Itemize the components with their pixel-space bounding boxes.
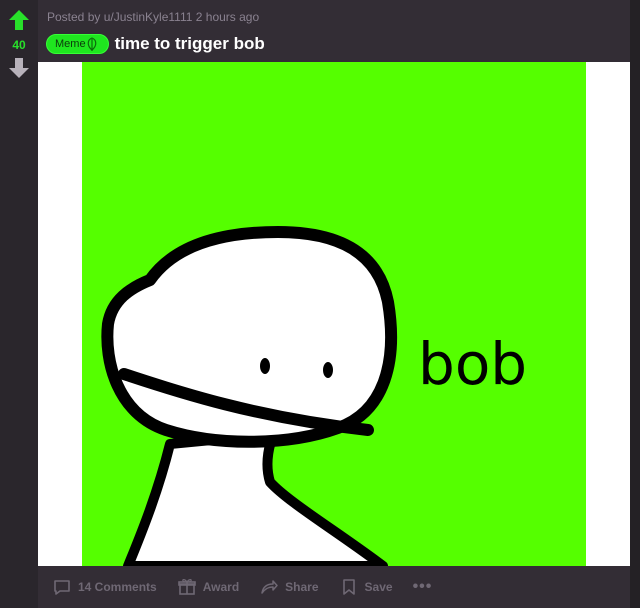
- flair-label: Meme: [55, 38, 86, 50]
- post-image[interactable]: bob: [38, 62, 630, 566]
- upvote-arrow-icon: [9, 10, 29, 30]
- post-title[interactable]: time to trigger bob: [115, 34, 265, 54]
- image-text: bob: [418, 330, 527, 398]
- comments-button[interactable]: 14 Comments: [52, 577, 157, 597]
- vote-column: 40: [0, 0, 38, 608]
- flair-badge[interactable]: Meme: [46, 34, 109, 54]
- post-actions: 14 Comments Award Share Save •••: [38, 566, 630, 608]
- save-button[interactable]: Save: [339, 577, 393, 597]
- award-button[interactable]: Award: [177, 577, 239, 597]
- page-background-strip: [630, 0, 640, 608]
- share-arrow-icon: [261, 580, 278, 594]
- award-label: Award: [202, 580, 240, 594]
- bookmark-icon: [342, 579, 355, 595]
- vote-score: 40: [12, 38, 26, 52]
- save-label: Save: [364, 580, 393, 594]
- share-button[interactable]: Share: [259, 577, 319, 597]
- downvote-button[interactable]: [7, 56, 31, 80]
- more-options-button[interactable]: •••: [413, 578, 433, 596]
- leaf-icon: [87, 37, 96, 51]
- gift-icon: [177, 579, 196, 595]
- upvote-button[interactable]: [7, 8, 31, 32]
- title-row: Meme time to trigger bob: [46, 33, 265, 55]
- post-meta[interactable]: Posted by u/JustinKyle1111 2 hours ago: [47, 10, 259, 24]
- comment-bubble-icon: [54, 580, 70, 595]
- comments-label: 14 Comments: [78, 580, 157, 594]
- meme-image: bob: [38, 62, 630, 566]
- share-label: Share: [285, 580, 319, 594]
- post-card: 40 Posted by u/JustinKyle1111 2 hours ag…: [0, 0, 630, 608]
- downvote-arrow-icon: [9, 58, 29, 78]
